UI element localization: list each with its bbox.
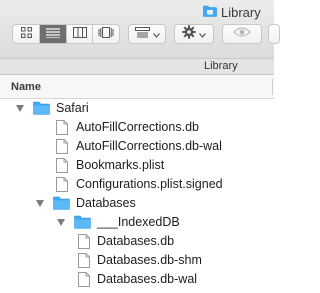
chevron-down-icon <box>199 25 206 43</box>
list-view-button[interactable] <box>39 25 66 43</box>
column-divider[interactable] <box>272 79 273 95</box>
column-view-button[interactable] <box>65 25 93 43</box>
window-title-label: Library <box>221 4 261 20</box>
list-item-label: Databases.db-wal <box>97 272 198 286</box>
view-mode-segmented-control <box>12 24 120 44</box>
column-header-name[interactable]: Name <box>11 81 41 93</box>
gear-icon <box>182 24 196 44</box>
folder-icon <box>203 5 217 20</box>
cover-flow-icon <box>98 25 114 43</box>
list-item-label: Databases <box>76 196 136 210</box>
list-item[interactable]: Bookmarks.plist <box>0 156 274 175</box>
column-view-icon <box>72 25 87 43</box>
column-header: Name <box>0 75 274 99</box>
list-item-label: AutoFillCorrections.db <box>76 120 199 134</box>
window-titlebar: Library <box>0 0 280 58</box>
group-button[interactable] <box>128 24 166 44</box>
list-item[interactable]: AutoFillCorrections.db <box>0 118 274 137</box>
list-item[interactable]: Databases <box>0 194 274 213</box>
list-item-label: Databases.db-shm <box>97 253 202 267</box>
icon-view-button[interactable] <box>13 25 39 43</box>
disclosure-triangle-expanded-icon[interactable] <box>57 219 65 226</box>
quick-look-button[interactable] <box>222 24 262 44</box>
list-item[interactable]: Safari <box>0 99 274 118</box>
list-item[interactable]: Databases.db-wal <box>0 270 274 289</box>
disclosure-triangle-expanded-icon[interactable] <box>16 105 24 112</box>
list-item[interactable]: AutoFillCorrections.db-wal <box>0 137 274 156</box>
action-button[interactable] <box>174 24 214 44</box>
list-item-label: Databases.db <box>97 234 175 248</box>
group-icon <box>134 25 150 43</box>
document-icon <box>78 272 90 293</box>
list-item[interactable]: Databases.db <box>0 232 274 251</box>
list-item-label: AutoFillCorrections.db-wal <box>76 139 222 153</box>
list-item[interactable]: Databases.db-shm <box>0 251 274 270</box>
disclosure-triangle-expanded-icon[interactable] <box>36 200 44 207</box>
cover-flow-button[interactable] <box>92 25 119 43</box>
window-title: Library <box>203 4 261 20</box>
list-item-label: Bookmarks.plist <box>76 158 165 172</box>
list-item[interactable]: Configurations.plist.signed <box>0 175 274 194</box>
list-view-icon <box>46 25 61 43</box>
list-item-label: Configurations.plist.signed <box>76 177 223 191</box>
list-item[interactable]: ___IndexedDB <box>0 213 274 232</box>
toolbar-overflow-button[interactable] <box>268 24 280 44</box>
list-item-label: ___IndexedDB <box>97 215 180 229</box>
eye-icon <box>233 25 251 43</box>
icon-view-icon <box>20 25 32 43</box>
path-bar-label: Library <box>204 60 238 72</box>
file-list: Safari AutoFillCorrections.db AutoFillCo… <box>0 99 274 289</box>
list-item-label: Safari <box>56 101 89 115</box>
chevron-down-icon <box>152 25 160 43</box>
path-bar: Library <box>0 58 274 75</box>
